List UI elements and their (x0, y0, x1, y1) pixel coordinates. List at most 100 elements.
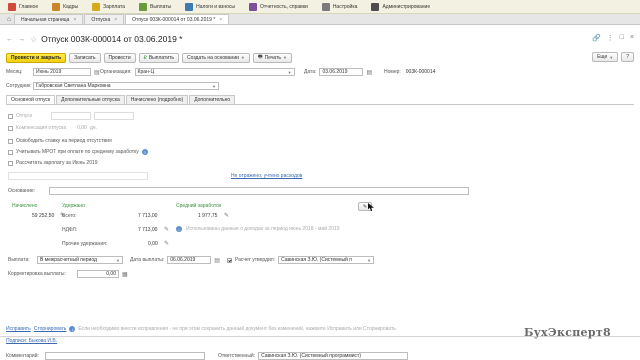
help-button[interactable]: ? (621, 52, 634, 62)
section-main[interactable]: Главное (6, 0, 40, 14)
tab-additional-vacations[interactable]: Дополнительные отпуска (56, 95, 125, 104)
window-tabs: ⌂ Начальная страница × Отпуска × Отпуск 00… (0, 14, 640, 25)
printer-icon: 🖶 (257, 53, 263, 60)
approved-checkbox[interactable] (226, 257, 232, 263)
recalc-checkbox[interactable] (8, 160, 13, 166)
basis-field[interactable] (49, 187, 469, 195)
recalc-row: Рассчитать зарплату за Июнь 2019 (8, 160, 98, 166)
link-icon[interactable]: 🔗 (592, 34, 601, 42)
approved-by-field[interactable]: Савинская З.Ю. (Системный п ▼ (278, 256, 375, 264)
close-icon[interactable]: × (630, 34, 634, 42)
payment-date-field[interactable]: 06.06.2019 (167, 256, 212, 264)
chevron-down-icon: ▼ (287, 69, 292, 75)
employee-row: Сотрудник: Габровская Светлана Марковна ▼ (6, 82, 219, 90)
date-label: Дата: (304, 69, 317, 75)
tab-additional[interactable]: Дополнительно (189, 95, 236, 104)
tab-accrued-detailed[interactable]: Начислено (подробно) (125, 95, 189, 104)
post-button[interactable]: Провести (103, 52, 136, 63)
other-withholdings-label: Прочие удержания: (62, 241, 108, 247)
responsible-field[interactable]: Савинская З.Ю. (Системный программист) (258, 352, 409, 360)
organization-field[interactable]: Кран-Ц ▼ (134, 68, 295, 76)
back-arrow-icon[interactable]: ← (6, 36, 14, 43)
section-payments[interactable]: Выплаты (137, 0, 173, 14)
save-button[interactable]: Записать (69, 52, 101, 63)
accounting-field[interactable] (8, 172, 148, 180)
print-button[interactable]: 🖶 Печать ▼ (252, 52, 292, 63)
correction-field[interactable]: 0,00 (77, 270, 119, 278)
post-and-close-button[interactable]: Провести и закрыть (6, 52, 67, 63)
edit-pencil-icon[interactable]: ✎ (224, 212, 229, 219)
payment-field[interactable]: В межрасчетный период ▼ (37, 256, 123, 264)
section-reports[interactable]: Отчетность, справки (247, 0, 310, 14)
payments-section-icon (139, 2, 148, 11)
number-row: Номер: 003К-000014 (384, 68, 460, 76)
mrot-checkbox[interactable] (8, 149, 13, 155)
chevron-down-icon: ▼ (609, 54, 614, 60)
comment-field[interactable] (45, 352, 205, 360)
tab-start-page[interactable]: Начальная страница × (14, 14, 84, 24)
month-field[interactable]: Июнь 2019 (33, 68, 91, 76)
help-icon[interactable]: ? (141, 149, 148, 155)
close-icon[interactable]: × (73, 17, 76, 23)
tab-vacations[interactable]: Отпуска × (84, 14, 125, 24)
form-titlebar: ← → ☆ Отпуск 003К-000014 от 03.06.2019 *… (0, 32, 640, 46)
page-title: Отпуск 003К-000014 от 03.06.2019 * (41, 34, 183, 44)
vacation-checkbox[interactable] (8, 113, 13, 119)
calendar-icon[interactable]: ▤ (214, 257, 220, 264)
number-field[interactable]: 003К-000014 (403, 68, 460, 76)
correction-row: Корректировка выплаты: 0,00 ▦ (8, 270, 128, 278)
accounting-hint-link[interactable]: Не отражено, учтено расходов (231, 173, 302, 179)
average-earnings-value: 1 977,75 (198, 213, 218, 219)
chevron-down-icon: ▼ (283, 55, 287, 60)
reports-section-icon (249, 2, 257, 11)
accrued-label: Начислено (12, 203, 38, 209)
more-button[interactable]: Еще ▼ (592, 52, 619, 62)
calculator-icon[interactable]: ▦ (122, 271, 128, 278)
calendar-icon[interactable]: ▤ (366, 69, 372, 76)
favorite-star-icon[interactable]: ☆ (30, 35, 37, 44)
payment-date-label: Дата выплаты: (130, 257, 165, 263)
vacation-compensation-unit: дн. (89, 125, 97, 131)
tab-main-vacation[interactable]: Основной отпуск (6, 95, 56, 104)
more-icon[interactable]: ⋮ (607, 34, 614, 42)
correction-label: Корректировка выплаты: (8, 271, 66, 277)
maximize-icon[interactable]: □ (620, 34, 624, 42)
approved-label: Расчет утвердил: (234, 257, 276, 263)
calendar-icon[interactable]: ▤ (94, 69, 100, 76)
mrot-label: Учитывать МРОТ при оплате по среднему за… (16, 149, 139, 155)
vacation-to-field[interactable] (94, 112, 135, 120)
employee-field[interactable]: Габровская Светлана Марковна ▼ (33, 82, 219, 90)
chevron-down-icon: ▼ (212, 83, 216, 89)
vacation-compensation-value: 0,00 (77, 125, 87, 131)
section-personnel[interactable]: Кадры (50, 0, 80, 14)
section-salary[interactable]: Зарплата (90, 0, 127, 14)
edit-pencil-icon[interactable]: ✎ (164, 240, 169, 247)
average-earnings-info: Использованы данные о доходах за период … (186, 226, 340, 232)
section-admin[interactable]: Администрирование (369, 0, 432, 14)
reverse-link[interactable]: Сторнировать (34, 326, 67, 332)
close-icon[interactable]: × (219, 17, 222, 23)
bukhexpert-logo: БухЭксперт8 (524, 326, 611, 339)
edit-pencil-icon[interactable]: ✎ (164, 226, 169, 233)
free-rate-checkbox[interactable] (8, 138, 13, 144)
salary-section-icon (92, 2, 101, 11)
vacation-label: Отпуск (16, 113, 33, 119)
home-icon[interactable]: ⌂ (4, 14, 14, 24)
close-icon[interactable]: × (114, 17, 117, 23)
section-settings[interactable]: Настройка (320, 0, 360, 14)
signatures-link[interactable]: Подписи: Быкова И.В. (6, 338, 57, 344)
fix-link[interactable]: Исправить (6, 326, 31, 332)
create-based-on-button[interactable]: Создать на основании ▼ (182, 52, 250, 63)
date-row: Дата: 03.06.2019 ▤ (304, 68, 372, 76)
chevron-down-icon: ▼ (240, 55, 245, 60)
total-label: Всего: (62, 213, 77, 219)
tab-vacation-document[interactable]: Отпуск 003К-000014 от 03.06.2019 * × (125, 14, 230, 24)
date-field[interactable]: 03.06.2019 (319, 68, 364, 76)
vacation-compensation-checkbox[interactable] (8, 125, 13, 131)
forward-arrow-icon[interactable]: → (18, 36, 26, 43)
employee-label: Сотрудник: (6, 83, 32, 89)
section-taxes[interactable]: Налоги и взносы (183, 0, 237, 14)
ndfl-label: НДФЛ: (62, 227, 78, 233)
pay-button[interactable]: ₽ Выплатить (138, 52, 180, 63)
vacation-from-field[interactable] (51, 112, 92, 120)
